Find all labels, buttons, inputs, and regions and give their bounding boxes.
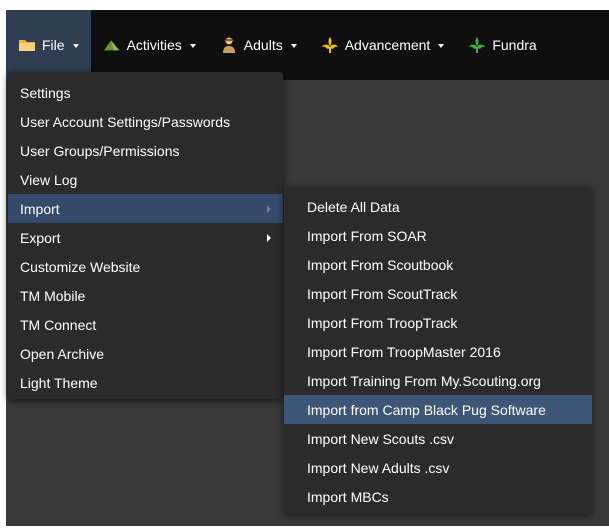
menu-item-label: User Account Settings/Passwords [20,113,231,130]
submenu-item-import-new-adults[interactable]: Import New Adults .csv [284,453,592,482]
nav-activities[interactable]: Activities [91,10,208,80]
menu-item-label: Light Theme [20,374,98,391]
fleur-de-lis-green-icon [468,36,486,54]
import-submenu: Delete All Data Import From SOAR Import … [284,187,592,514]
nav-activities-label: Activities [126,37,182,53]
submenu-item-import-mbcs[interactable]: Import MBCs [284,482,592,511]
nav-fundraising-label: Fundra [492,37,537,53]
chevron-right-icon [267,204,271,213]
menu-item-user-account-settings[interactable]: User Account Settings/Passwords [8,107,283,136]
submenu-item-import-training[interactable]: Import Training From My.Scouting.org [284,366,592,395]
scout-leader-icon [220,36,238,54]
chevron-down-icon [438,43,445,48]
submenu-item-import-trooptrack[interactable]: Import From TroopTrack [284,308,592,337]
submenu-item-label: Import Training From My.Scouting.org [307,372,541,389]
chevron-down-icon [72,43,79,48]
submenu-item-label: Import From TroopMaster 2016 [307,343,501,360]
menu-item-tm-mobile[interactable]: TM Mobile [8,281,283,310]
menu-item-label: Import [20,200,60,217]
chevron-down-icon [290,43,297,48]
submenu-item-label: Import New Adults .csv [307,459,450,476]
menu-item-user-groups[interactable]: User Groups/Permissions [8,136,283,165]
nav-advancement-label: Advancement [344,37,431,53]
fleur-de-lis-icon [321,36,339,54]
submenu-item-label: Import MBCs [307,488,389,505]
nav-fundraising[interactable]: Fundra [456,10,548,80]
submenu-item-delete-all-data[interactable]: Delete All Data [284,192,592,221]
menu-item-tm-connect[interactable]: TM Connect [8,310,283,339]
menu-item-label: View Log [20,171,78,188]
menu-item-label: TM Connect [20,316,97,333]
submenu-item-import-troopmaster[interactable]: Import From TroopMaster 2016 [284,337,592,366]
menu-item-light-theme[interactable]: Light Theme [8,368,283,397]
tent-icon [103,36,121,54]
menu-item-view-log[interactable]: View Log [8,165,283,194]
submenu-item-label: Import from Camp Black Pug Software [307,401,546,418]
menu-item-label: User Groups/Permissions [20,142,180,159]
submenu-item-import-scoutbook[interactable]: Import From Scoutbook [284,250,592,279]
menu-item-label: Customize Website [20,258,141,275]
submenu-item-import-soar[interactable]: Import From SOAR [284,221,592,250]
menu-item-label: TM Mobile [20,287,86,304]
menu-item-export[interactable]: Export [8,223,283,252]
chevron-right-icon [267,233,271,242]
submenu-item-label: Import New Scouts .csv [307,430,455,447]
menu-item-import[interactable]: Import [8,194,283,223]
nav-file-label: File [42,37,65,53]
nav-advancement[interactable]: Advancement [309,10,457,80]
folder-icon [18,36,36,54]
nav-file[interactable]: File [6,10,91,80]
submenu-item-label: Import From SOAR [307,227,427,244]
nav-adults[interactable]: Adults [208,10,309,80]
submenu-item-import-camp-black-pug[interactable]: Import from Camp Black Pug Software [284,395,592,424]
submenu-item-label: Import From Scoutbook [307,256,454,273]
submenu-item-import-scouttrack[interactable]: Import From ScoutTrack [284,279,592,308]
menu-item-label: Settings [20,84,71,101]
menu-item-open-archive[interactable]: Open Archive [8,339,283,368]
nav-adults-label: Adults [243,37,283,53]
file-dropdown-menu: Settings User Account Settings/Passwords… [8,72,283,399]
submenu-item-import-new-scouts[interactable]: Import New Scouts .csv [284,424,592,453]
top-navbar: File Activities Adults Advancement Fundr… [6,10,609,80]
submenu-item-label: Import From ScoutTrack [307,285,458,302]
menu-item-label: Export [20,229,61,246]
menu-item-settings[interactable]: Settings [8,78,283,107]
submenu-item-label: Import From TroopTrack [307,314,458,331]
menu-item-label: Open Archive [20,345,105,362]
submenu-item-label: Delete All Data [307,198,400,215]
menu-item-customize-website[interactable]: Customize Website [8,252,283,281]
chevron-down-icon [189,43,196,48]
